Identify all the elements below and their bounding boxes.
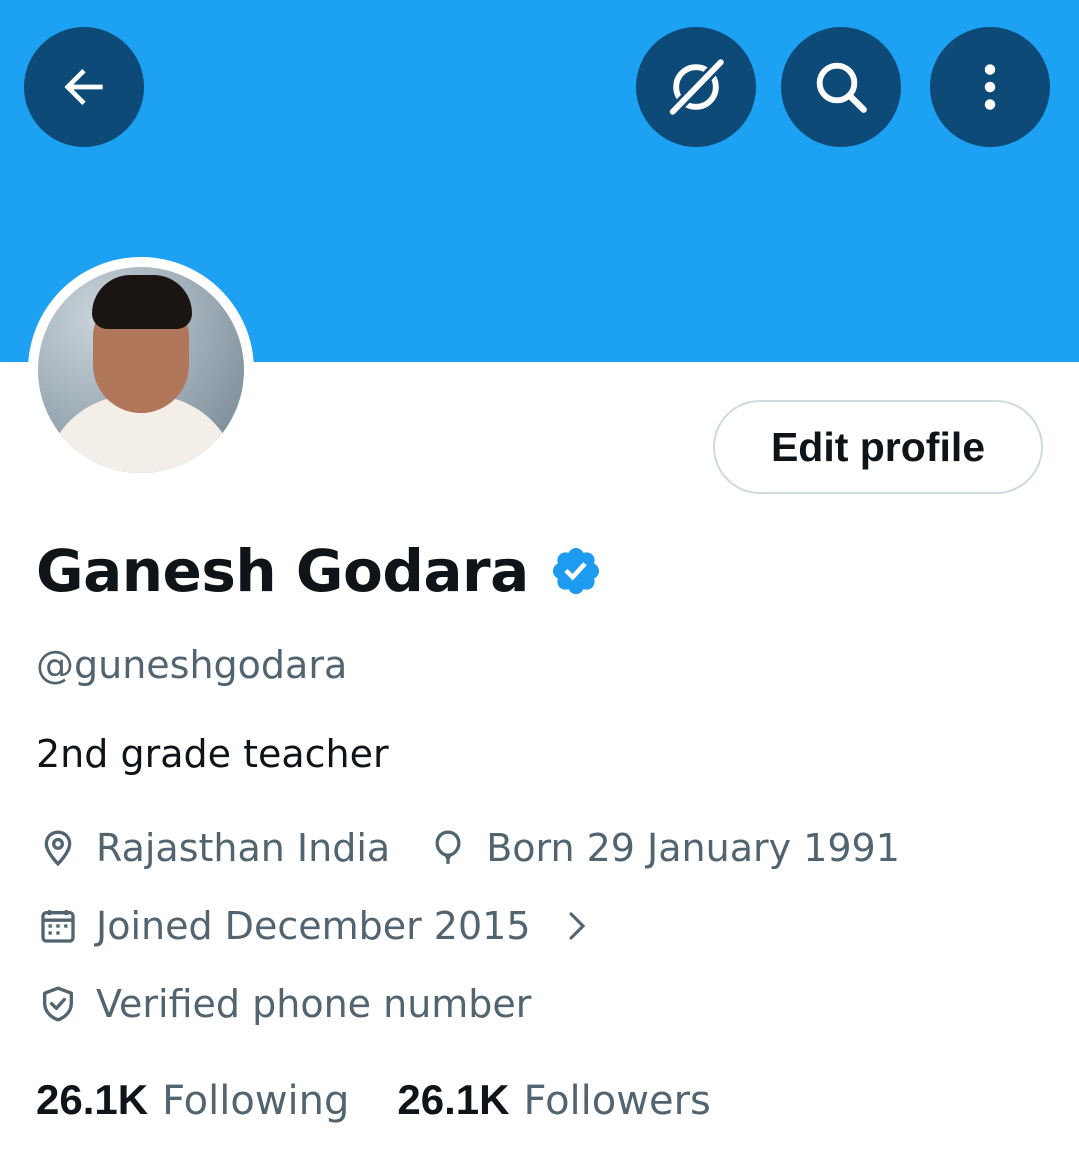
followers-count: 26.1K xyxy=(397,1076,510,1123)
search-icon xyxy=(816,62,867,113)
chevron-right-icon xyxy=(559,909,593,943)
search-button[interactable] xyxy=(781,27,901,147)
following-link[interactable]: 26.1K Following xyxy=(36,1076,349,1124)
display-name-row: Ganesh Godara xyxy=(36,535,603,607)
verified-badge-icon[interactable] xyxy=(549,544,603,598)
followers-label: Followers xyxy=(523,1078,711,1124)
avatar-photo xyxy=(38,267,244,473)
phone-verified-text: Verified phone number xyxy=(96,982,532,1026)
followers-link[interactable]: 26.1K Followers xyxy=(397,1076,710,1124)
more-vertical-icon xyxy=(984,64,996,110)
more-options-button[interactable] xyxy=(930,27,1050,147)
profile-page: Edit profile Ganesh Godara @guneshgodara… xyxy=(0,0,1079,1162)
grok-button[interactable] xyxy=(636,27,756,147)
avatar[interactable] xyxy=(28,257,254,483)
birthday-text: Born 29 January 1991 xyxy=(486,826,900,870)
balloon-icon xyxy=(426,826,470,870)
following-count: 26.1K xyxy=(36,1076,149,1123)
location-pin-icon xyxy=(36,826,80,870)
grok-icon xyxy=(668,58,725,116)
edit-profile-button[interactable]: Edit profile xyxy=(713,400,1043,494)
arrow-left-icon xyxy=(64,69,103,105)
profile-meta-row: Rajasthan India Born 29 January 1991 xyxy=(36,826,900,870)
joined-text: Joined December 2015 xyxy=(96,904,531,948)
avatar-hair xyxy=(92,275,192,329)
display-name: Ganesh Godara xyxy=(36,537,529,605)
username-handle: @guneshgodara xyxy=(36,643,348,687)
following-label: Following xyxy=(162,1078,350,1124)
location-text: Rajasthan India xyxy=(96,826,391,870)
joined-row[interactable]: Joined December 2015 xyxy=(36,904,593,948)
birthday-item: Born 29 January 1991 xyxy=(426,826,900,870)
profile-bio: 2nd grade teacher xyxy=(36,732,389,776)
shield-check-icon xyxy=(36,982,80,1026)
back-button[interactable] xyxy=(24,27,144,147)
calendar-icon xyxy=(36,904,80,948)
phone-verified-row: Verified phone number xyxy=(36,982,531,1026)
follow-stats: 26.1K Following 26.1K Followers xyxy=(36,1076,711,1124)
